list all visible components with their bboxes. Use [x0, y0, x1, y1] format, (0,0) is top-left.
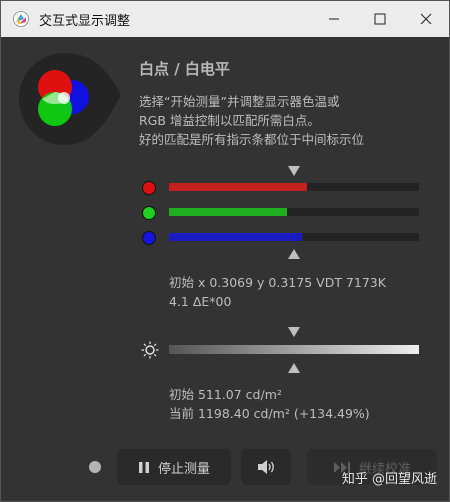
luminance-marker-bottom: [288, 363, 300, 373]
close-button[interactable]: [403, 1, 449, 37]
luminance-initial: 初始 511.07 cd/m²: [169, 387, 282, 402]
target-marker-bottom: [288, 249, 300, 259]
stop-measure-label: 停止测量: [157, 461, 210, 477]
minimize-button[interactable]: [311, 1, 357, 37]
luminance-info: 初始 511.07 cd/m² 当前 1198.40 cd/m² (+134.4…: [169, 385, 370, 423]
panel-heading: 白点 / 白电平: [139, 60, 230, 78]
title-bar: 交互式显示调整: [1, 1, 449, 37]
instruction-line: RGB 增益控制以匹配所需白点。: [139, 113, 320, 128]
stop-measure-button[interactable]: 停止测量: [117, 449, 231, 485]
instruction-line: 好的匹配是所有指示条都位于中间标示位: [139, 132, 365, 147]
sun-icon: [141, 341, 159, 359]
luminance-bar: [169, 345, 419, 354]
blue-gain-fill: [169, 233, 302, 241]
window-title: 交互式显示调整: [39, 14, 131, 29]
luminance-fill: [169, 345, 419, 354]
maximize-icon: [374, 13, 386, 25]
minimize-icon: [329, 18, 339, 20]
speaker-icon: [258, 460, 274, 474]
green-gain-bar: [169, 208, 419, 216]
green-gain-fill: [169, 208, 287, 216]
pause-icon: [138, 461, 149, 473]
instruction-line: 选择“开始测量”并调整显示器色温或: [139, 94, 340, 109]
red-channel-dot: [142, 181, 156, 195]
rgb-color-icon: [19, 53, 121, 145]
white-point-initial: 初始 x 0.3069 y 0.3175 VDT 7173K: [169, 275, 386, 290]
white-point-info: 初始 x 0.3069 y 0.3175 VDT 7173K 4.1 ΔE*00: [169, 273, 386, 311]
blue-channel-dot: [142, 231, 156, 245]
red-gain-bar: [169, 183, 419, 191]
luminance-marker-top: [288, 327, 300, 337]
watermark: 知乎 @回望风逝: [341, 472, 437, 487]
green-channel-dot: [142, 206, 156, 220]
close-icon: [420, 13, 432, 25]
target-marker-top: [288, 166, 300, 176]
instructions: 选择“开始测量”并调整显示器色温或 RGB 增益控制以匹配所需白点。 好的匹配是…: [139, 92, 364, 149]
sound-toggle-button[interactable]: [241, 449, 291, 485]
maximize-button[interactable]: [357, 1, 403, 37]
color-calibration-icon: [13, 11, 29, 27]
app-window: 交互式显示调整 白点 / 白电平 选择“开始测量”并调整显示器色温或 RGB 增…: [0, 0, 450, 502]
blue-gain-bar: [169, 233, 419, 241]
delta-e-value: 4.1 ΔE*00: [169, 294, 232, 309]
luminance-current: 当前 1198.40 cd/m² (+134.49%): [169, 406, 370, 421]
status-indicator: [89, 461, 101, 473]
red-gain-fill: [169, 183, 307, 191]
